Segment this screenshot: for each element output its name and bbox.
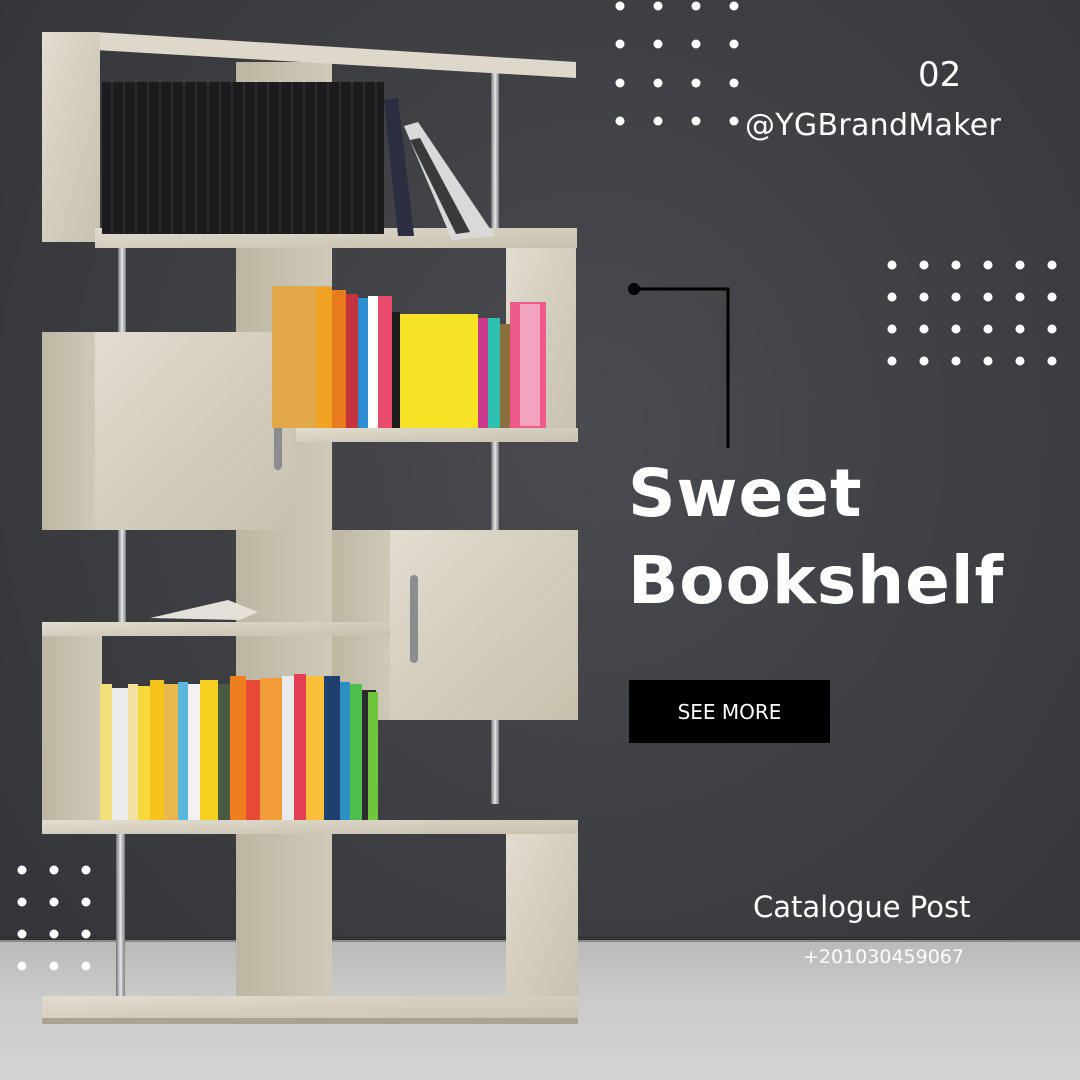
brand-handle: @YGBrandMaker [745,108,1002,143]
see-more-button[interactable]: SEE MORE [629,680,830,743]
page-number: 02 [918,55,962,95]
dot-grid-top [615,1,739,126]
dot-grid-right [887,260,1057,366]
phone-number: +201030459067 [803,946,964,968]
dot-grid-bottom-left [17,865,91,971]
catalogue-label: Catalogue Post [753,890,971,924]
title-line-1: Sweet [628,455,863,532]
title-line-2: Bookshelf [628,542,1005,619]
canvas: 02 @YGBrandMaker Sweet Bookshelf SEE MOR… [0,0,1080,1080]
